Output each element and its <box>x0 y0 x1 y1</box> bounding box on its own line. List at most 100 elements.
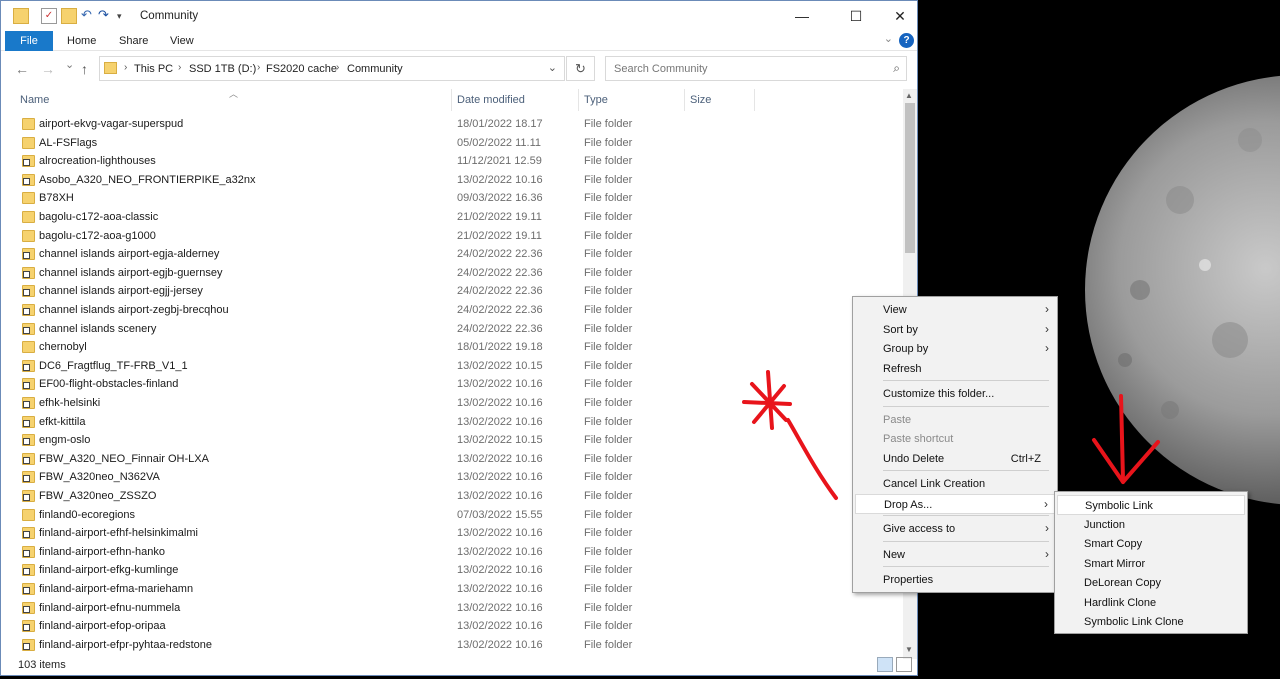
menu-item-label: Give access to <box>883 523 956 535</box>
menu-item-paste[interactable]: Paste <box>855 410 1055 430</box>
customize-qat-icon[interactable]: ▾ <box>117 8 133 24</box>
tab-home[interactable]: Home <box>67 31 96 51</box>
forward-button[interactable]: → <box>41 61 55 77</box>
file-row[interactable]: efkt-kittila 13/02/2022 10.16 File folder <box>1 413 903 432</box>
submenu-item-smart-mirror[interactable]: Smart Mirror <box>1057 554 1245 574</box>
breadcrumb-fs2020-cache[interactable]: FS2020 cache <box>266 63 337 75</box>
submenu-item-label: DeLorean Copy <box>1084 577 1162 589</box>
breadcrumb-ssd[interactable]: SSD 1TB (D:) <box>189 63 256 75</box>
file-row[interactable]: AL-FSFlags 05/02/2022 11.11 File folder <box>1 134 903 153</box>
breadcrumb-this-pc[interactable]: This PC <box>134 63 173 75</box>
file-row[interactable]: finland0-ecoregions 07/03/2022 15.55 File … <box>1 506 903 525</box>
submenu-item-symbolic-link-clone[interactable]: Symbolic Link Clone <box>1057 612 1245 632</box>
menu-item-refresh[interactable]: Refresh <box>855 359 1055 379</box>
menu-item-sort-by[interactable]: Sort by › <box>855 320 1055 340</box>
breadcrumb-separator[interactable]: › <box>336 62 339 73</box>
up-button[interactable]: ↑ <box>81 61 88 77</box>
file-row[interactable]: DC6_Fragtflug_TF-FRB_V1_1 13/02/2022 10.1… <box>1 357 903 376</box>
maximize-button[interactable]: ☐ <box>833 1 879 31</box>
column-type[interactable]: Type <box>584 94 608 106</box>
file-row[interactable]: B78XH 09/03/2022 16.36 File folder <box>1 189 903 208</box>
file-name: efkt-kittila <box>39 415 86 428</box>
breadcrumb-separator[interactable]: › <box>257 62 260 73</box>
submenu-item-junction[interactable]: Junction <box>1057 515 1245 535</box>
file-date-modified: 24/02/2022 22.36 <box>457 266 543 279</box>
file-row[interactable]: FBW_A320neo_ZSSZO 13/02/2022 10.16 File fo… <box>1 487 903 506</box>
file-row[interactable]: efhk-helsinki 13/02/2022 10.16 File folder <box>1 394 903 413</box>
file-row[interactable]: chernobyl 18/01/2022 19.18 File folder <box>1 338 903 357</box>
scroll-up-icon[interactable]: ▲ <box>905 91 913 100</box>
properties-icon[interactable]: ✓ <box>41 8 57 24</box>
breadcrumb-separator[interactable]: › <box>124 62 127 73</box>
submenu-item-label: Smart Mirror <box>1084 557 1146 570</box>
address-bar[interactable]: › This PC › SSD 1TB (D:) › FS2020 cache … <box>99 56 565 81</box>
file-row[interactable]: finland-airport-efop-oripaa 13/02/2022 10… <box>1 617 903 636</box>
file-row[interactable]: finland-airport-efpr-pyhtaa-redstone 13/0… <box>1 636 903 655</box>
file-row[interactable]: FBW_A320neo_N362VA 13/02/2022 10.16 File f… <box>1 468 903 487</box>
file-row[interactable]: airport-ekvg-vagar-superspud 18/01/2022 1… <box>1 115 903 134</box>
large-icons-view-icon[interactable] <box>896 657 912 672</box>
menu-item-customize-this-folder[interactable]: Customize this folder... <box>855 384 1055 404</box>
details-view-icon[interactable] <box>877 657 893 672</box>
file-type: File folder <box>584 638 633 651</box>
refresh-button[interactable]: ↻ <box>566 56 595 81</box>
file-row[interactable]: finland-airport-efhn-hanko 13/02/2022 10.… <box>1 543 903 562</box>
back-button[interactable]: ← <box>15 61 29 77</box>
folder-shortcut-icon <box>22 415 35 428</box>
file-row[interactable]: FBW_A320_NEO_Finnair OH-LXA 13/02/2022 10… <box>1 450 903 469</box>
scroll-down-icon[interactable]: ▼ <box>905 645 913 654</box>
submenu-item-symbolic-link[interactable]: Symbolic Link <box>1057 495 1245 515</box>
file-row[interactable]: alrocreation-lighthouses 11/12/2021 12.59… <box>1 152 903 171</box>
file-row[interactable]: bagolu-c172-aoa-classic 21/02/2022 19.11 F… <box>1 208 903 227</box>
folder-shortcut-icon <box>22 304 35 316</box>
breadcrumb-community[interactable]: Community <box>347 63 403 75</box>
menu-item-paste-shortcut[interactable]: Paste shortcut <box>855 429 1055 449</box>
menu-item-cancel-link-creation[interactable]: Cancel Link Creation <box>855 474 1055 494</box>
file-row[interactable]: channel islands airport-egja-alderney 24/… <box>1 245 903 264</box>
menu-item-group-by[interactable]: Group by › <box>855 339 1055 359</box>
submenu-item-hardlink-clone[interactable]: Hardlink Clone <box>1057 593 1245 613</box>
scrollbar-thumb[interactable] <box>905 103 915 253</box>
file-row[interactable]: engm-oslo 13/02/2022 10.15 File folder <box>1 431 903 450</box>
submenu-item-label: Hardlink Clone <box>1084 596 1157 609</box>
file-row[interactable]: finland-airport-efkg-kumlinge 13/02/2022 … <box>1 561 903 580</box>
file-row[interactable]: channel islands airport-egjb-guernsey 24/… <box>1 264 903 283</box>
file-row[interactable]: finland-airport-efhf-helsinkimalmi 13/02/… <box>1 524 903 543</box>
file-type: File folder <box>584 601 633 614</box>
recent-locations-button[interactable]: ⌄ <box>65 58 74 71</box>
submenu-item-smart-copy[interactable]: Smart Copy <box>1057 534 1245 554</box>
minimize-button[interactable]: — <box>779 1 825 31</box>
file-row[interactable]: channel islands scenery 24/02/2022 22.36 F… <box>1 320 903 339</box>
file-row[interactable]: channel islands airport-zegbj-brecqhou 24… <box>1 301 903 320</box>
chevron-down-icon[interactable]: ⌄ <box>884 32 893 45</box>
folder-icon <box>22 229 35 242</box>
new-folder-icon[interactable] <box>61 8 77 24</box>
file-row[interactable]: EF00-flight-obstacles-finland 13/02/2022 … <box>1 375 903 394</box>
file-date-modified: 05/02/2022 11.11 <box>457 136 542 149</box>
help-icon[interactable]: ? <box>899 33 914 48</box>
tab-share[interactable]: Share <box>119 31 148 51</box>
file-row[interactable]: finland-airport-efnu-nummela 13/02/2022 1… <box>1 599 903 618</box>
tab-view[interactable]: View <box>170 31 194 51</box>
chevron-down-icon[interactable]: ⌄ <box>548 61 557 74</box>
redo-icon[interactable]: ↷ <box>98 8 114 24</box>
column-size[interactable]: Size <box>690 94 711 106</box>
search-input[interactable]: Search Community ⌕ <box>605 56 907 81</box>
column-date-modified[interactable]: Date modified <box>457 94 525 106</box>
menu-item-undo-delete[interactable]: Undo Delete Ctrl+Z <box>855 449 1055 469</box>
submenu-item-delorean-copy[interactable]: DeLorean Copy <box>1057 573 1245 593</box>
file-row[interactable]: bagolu-c172-aoa-g1000 21/02/2022 19.11 Fil… <box>1 227 903 246</box>
menu-item-drop-as[interactable]: Drop As... › <box>855 493 1055 514</box>
file-row[interactable]: channel islands airport-egjj-jersey 24/02… <box>1 282 903 301</box>
menu-item-give-access-to[interactable]: Give access to › <box>855 519 1055 539</box>
file-row[interactable]: finland-airport-efma-mariehamn 13/02/2022… <box>1 580 903 599</box>
breadcrumb-separator[interactable]: › <box>178 62 181 73</box>
close-button[interactable]: ✕ <box>877 1 923 31</box>
undo-icon[interactable]: ↶ <box>81 8 97 24</box>
file-row[interactable]: Asobo_A320_NEO_FRONTIERPIKE_a32nx 13/02/2… <box>1 171 903 190</box>
menu-item-new[interactable]: New › <box>855 545 1055 565</box>
column-name[interactable]: Name <box>20 94 49 106</box>
tab-file[interactable]: File <box>5 31 53 51</box>
menu-item-view[interactable]: View › <box>855 300 1055 320</box>
menu-item-properties[interactable]: Properties <box>855 570 1055 590</box>
